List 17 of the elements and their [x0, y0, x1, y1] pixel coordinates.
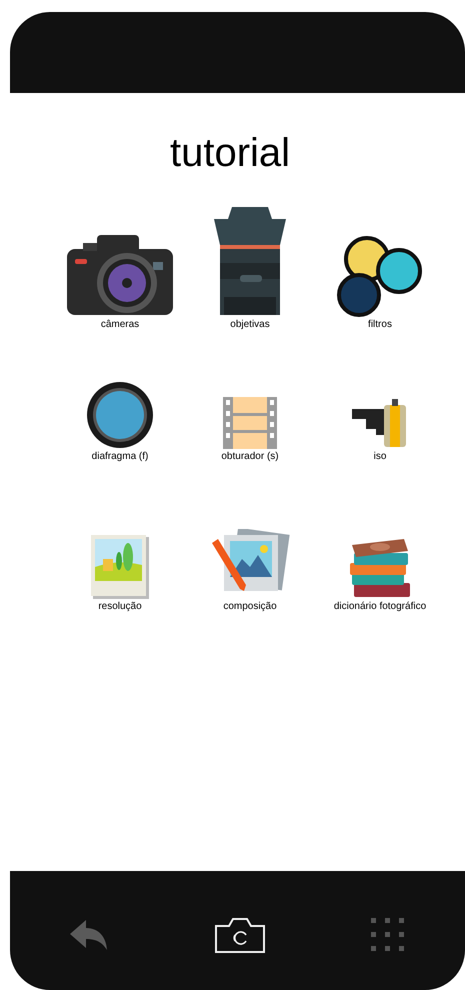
topic-label[interactable]: câmeras — [100, 319, 140, 331]
topic-label[interactable]: dicionário fotográfico — [334, 601, 426, 613]
topic-label[interactable]: diafragma (f) — [92, 451, 148, 463]
filmstrip-icon[interactable] — [223, 397, 277, 449]
back-icon[interactable] — [70, 920, 108, 950]
film-roll-icon[interactable] — [352, 399, 408, 449]
topic-label[interactable]: obturador (s) — [221, 451, 279, 463]
camera-icon[interactable] — [214, 916, 264, 952]
topic-label[interactable]: objetivas — [230, 319, 270, 331]
page-title: tutorial — [170, 131, 290, 175]
topic-label[interactable]: composição — [223, 601, 277, 613]
topic-label[interactable]: resolução — [98, 601, 142, 613]
lens-ring-icon[interactable] — [86, 381, 154, 449]
lens-filters-icon[interactable] — [337, 235, 423, 317]
grid-icon[interactable] — [371, 918, 405, 952]
topic-label[interactable]: iso — [374, 451, 386, 463]
topic-label[interactable]: filtros — [368, 319, 392, 331]
